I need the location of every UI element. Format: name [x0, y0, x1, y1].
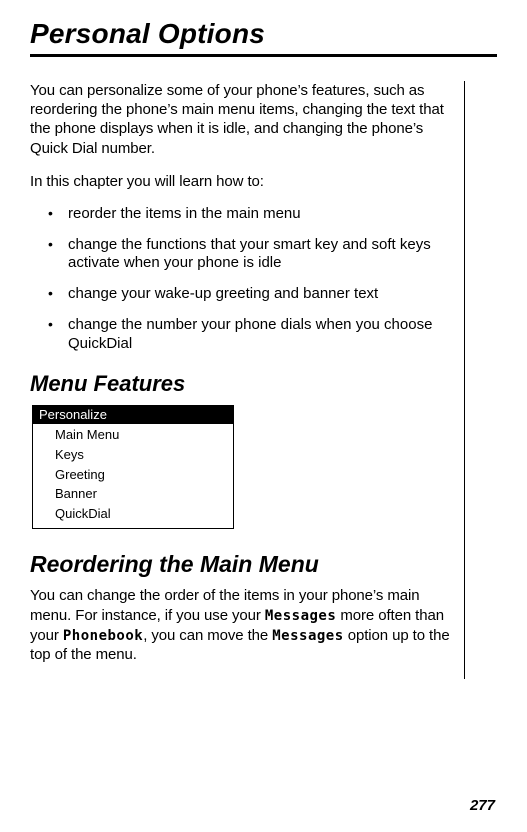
list-item: change the functions that your smart key… — [30, 236, 434, 274]
reorder-paragraph: You can change the order of the items in… — [30, 586, 452, 664]
page-title: Personal Options — [30, 18, 497, 50]
menu-feature-box: Personalize Main Menu Keys Greeting Bann… — [32, 405, 234, 529]
mono-term-phonebook: Phonebook — [63, 628, 143, 644]
menu-box-item: Keys — [33, 446, 233, 466]
menu-box-item: Main Menu — [33, 426, 233, 446]
list-item: change the number your phone dials when … — [30, 316, 434, 354]
text-fragment: , you can move the — [143, 627, 272, 644]
menu-box-item: Banner — [33, 485, 233, 505]
menu-box-header: Personalize — [33, 406, 233, 424]
page-number: 277 — [470, 797, 495, 814]
page-container: Personal Options You can personalize som… — [0, 0, 527, 832]
menu-box-items: Main Menu Keys Greeting Banner QuickDial — [33, 424, 233, 528]
mono-term-messages-2: Messages — [272, 628, 343, 644]
menu-features-heading: Menu Features — [30, 371, 452, 397]
mono-term-messages: Messages — [265, 608, 336, 624]
intro-paragraph: You can personalize some of your phone’s… — [30, 81, 452, 158]
column-divider — [464, 81, 465, 679]
learn-intro: In this chapter you will learn how to: — [30, 172, 452, 191]
main-column: You can personalize some of your phone’s… — [30, 81, 460, 679]
list-item: change your wake-up greeting and banner … — [30, 285, 434, 304]
title-divider — [30, 54, 497, 57]
learn-list: reorder the items in the main menu chang… — [30, 205, 452, 354]
list-item: reorder the items in the main menu — [30, 205, 434, 224]
menu-box-item: QuickDial — [33, 505, 233, 525]
main-column-wrap: You can personalize some of your phone’s… — [30, 81, 497, 679]
menu-box-item: Greeting — [33, 466, 233, 486]
reorder-heading: Reordering the Main Menu — [30, 551, 452, 578]
